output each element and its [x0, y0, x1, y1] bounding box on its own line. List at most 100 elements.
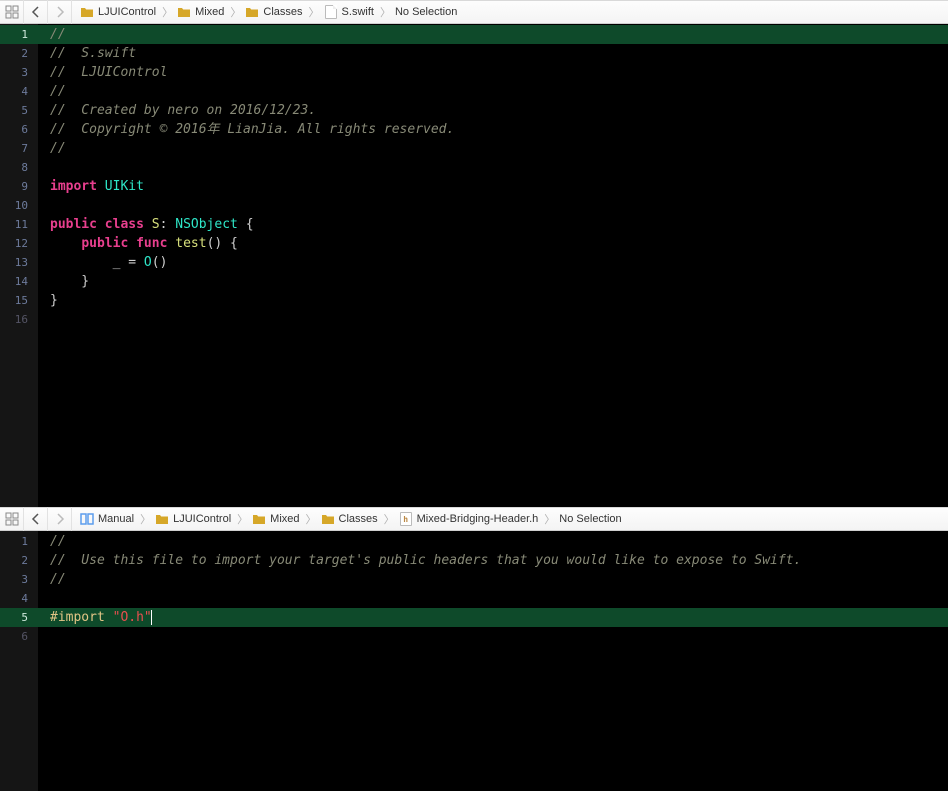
code-line[interactable]: // [38, 25, 948, 44]
swift-file-icon [324, 5, 338, 19]
line-number: 15 [0, 291, 38, 310]
line-number: 1 [0, 25, 38, 44]
chevron-right-icon: 〉 [307, 4, 322, 20]
code-editor-top[interactable]: 12345678910111213141516 //// S.swift// L… [0, 24, 948, 507]
top-editor-pane: LJUIControl〉Mixed〉Classes〉S.swift〉No Sel… [0, 0, 948, 507]
code-line[interactable]: // Copyright © 2016年 LianJia. All rights… [38, 120, 948, 139]
breadcrumb-item[interactable]: LJUIControl [153, 512, 235, 526]
chevron-right-icon: 〉 [542, 511, 557, 527]
line-number: 4 [0, 82, 38, 101]
line-gutter: 12345678910111213141516 [0, 24, 38, 507]
manual-icon [80, 512, 94, 526]
breadcrumb-item[interactable]: No Selection [557, 513, 625, 525]
code-line[interactable]: // Created by nero on 2016/12/23. [38, 101, 948, 120]
code-line[interactable]: // S.swift [38, 44, 948, 63]
line-number: 5 [0, 608, 38, 627]
jump-bar-top[interactable]: LJUIControl〉Mixed〉Classes〉S.swift〉No Sel… [0, 0, 948, 24]
line-number: 14 [0, 272, 38, 291]
code-area[interactable]: //// S.swift// LJUIControl//// Created b… [38, 24, 948, 507]
breadcrumb-label: Classes [339, 513, 378, 525]
code-line[interactable]: // [38, 139, 948, 158]
line-number: 5 [0, 101, 38, 120]
code-line[interactable]: // Use this file to import your target's… [38, 551, 948, 570]
line-number: 12 [0, 234, 38, 253]
breadcrumb-label: Classes [263, 6, 302, 18]
line-number: 2 [0, 44, 38, 63]
line-number: 4 [0, 589, 38, 608]
code-line[interactable]: // [38, 532, 948, 551]
header-file-icon: h [399, 512, 413, 526]
code-line[interactable]: public class S: NSObject { [38, 215, 948, 234]
breadcrumb-label: LJUIControl [98, 6, 156, 18]
breadcrumb-label: S.swift [342, 6, 374, 18]
chevron-right-icon: 〉 [228, 4, 243, 20]
breadcrumb-label: LJUIControl [173, 513, 231, 525]
chevron-right-icon: 〉 [138, 511, 153, 527]
breadcrumb-label: Mixed-Bridging-Header.h [417, 513, 539, 525]
breadcrumb-item[interactable]: Mixed [175, 5, 228, 19]
code-line[interactable]: import UIKit [38, 177, 948, 196]
code-line[interactable]: } [38, 291, 948, 310]
code-line[interactable] [38, 158, 948, 177]
code-line[interactable]: public func test() { [38, 234, 948, 253]
code-area[interactable]: //// Use this file to import your target… [38, 531, 948, 791]
folder-icon [155, 512, 169, 526]
breadcrumb-item[interactable]: Manual [78, 512, 138, 526]
line-number: 8 [0, 158, 38, 177]
line-number: 9 [0, 177, 38, 196]
breadcrumb-item[interactable]: LJUIControl [78, 5, 160, 19]
folder-icon [177, 5, 191, 19]
breadcrumb[interactable]: LJUIControl〉Mixed〉Classes〉S.swift〉No Sel… [72, 4, 461, 20]
breadcrumb[interactable]: Manual〉LJUIControl〉Mixed〉Classes〉hMixed-… [72, 511, 626, 527]
line-number: 7 [0, 139, 38, 158]
chevron-right-icon: 〉 [378, 4, 393, 20]
breadcrumb-label: Mixed [270, 513, 299, 525]
breadcrumb-label: No Selection [559, 513, 621, 525]
folder-icon [80, 5, 94, 19]
breadcrumb-item[interactable]: Classes [243, 5, 306, 19]
jump-bar-bottom[interactable]: Manual〉LJUIControl〉Mixed〉Classes〉hMixed-… [0, 507, 948, 531]
code-line[interactable]: // [38, 82, 948, 101]
nav-forward-button[interactable] [48, 0, 72, 24]
related-items-button[interactable] [0, 0, 24, 24]
folder-icon [321, 512, 335, 526]
chevron-right-icon: 〉 [160, 4, 175, 20]
related-items-button[interactable] [0, 507, 24, 531]
line-number: 11 [0, 215, 38, 234]
chevron-right-icon: 〉 [304, 511, 319, 527]
breadcrumb-item[interactable]: h Mixed-Bridging-Header.h [397, 512, 543, 526]
code-line[interactable]: _ = O() [38, 253, 948, 272]
code-line[interactable]: // LJUIControl [38, 63, 948, 82]
line-number: 2 [0, 551, 38, 570]
nav-forward-button[interactable] [48, 507, 72, 531]
code-line[interactable] [38, 627, 948, 646]
breadcrumb-item[interactable]: Mixed [250, 512, 303, 526]
line-number: 16 [0, 310, 38, 329]
line-number: 10 [0, 196, 38, 215]
code-line[interactable] [38, 589, 948, 608]
breadcrumb-label: Manual [98, 513, 134, 525]
line-gutter: 123456 [0, 531, 38, 791]
breadcrumb-label: Mixed [195, 6, 224, 18]
breadcrumb-label: No Selection [395, 6, 457, 18]
code-editor-bottom[interactable]: 123456 //// Use this file to import your… [0, 531, 948, 791]
text-caret [151, 610, 152, 625]
bottom-editor-pane: Manual〉LJUIControl〉Mixed〉Classes〉hMixed-… [0, 507, 948, 791]
line-number: 3 [0, 570, 38, 589]
chevron-right-icon: 〉 [382, 511, 397, 527]
code-line[interactable]: #import "O.h" [38, 608, 948, 627]
code-line[interactable] [38, 196, 948, 215]
chevron-right-icon: 〉 [235, 511, 250, 527]
line-number: 6 [0, 120, 38, 139]
code-line[interactable]: // [38, 570, 948, 589]
line-number: 6 [0, 627, 38, 646]
code-line[interactable] [38, 310, 948, 329]
breadcrumb-item[interactable]: No Selection [393, 6, 461, 18]
nav-back-button[interactable] [24, 507, 48, 531]
breadcrumb-item[interactable]: Classes [319, 512, 382, 526]
line-number: 3 [0, 63, 38, 82]
nav-back-button[interactable] [24, 0, 48, 24]
breadcrumb-item[interactable]: S.swift [322, 5, 378, 19]
line-number: 1 [0, 532, 38, 551]
code-line[interactable]: } [38, 272, 948, 291]
